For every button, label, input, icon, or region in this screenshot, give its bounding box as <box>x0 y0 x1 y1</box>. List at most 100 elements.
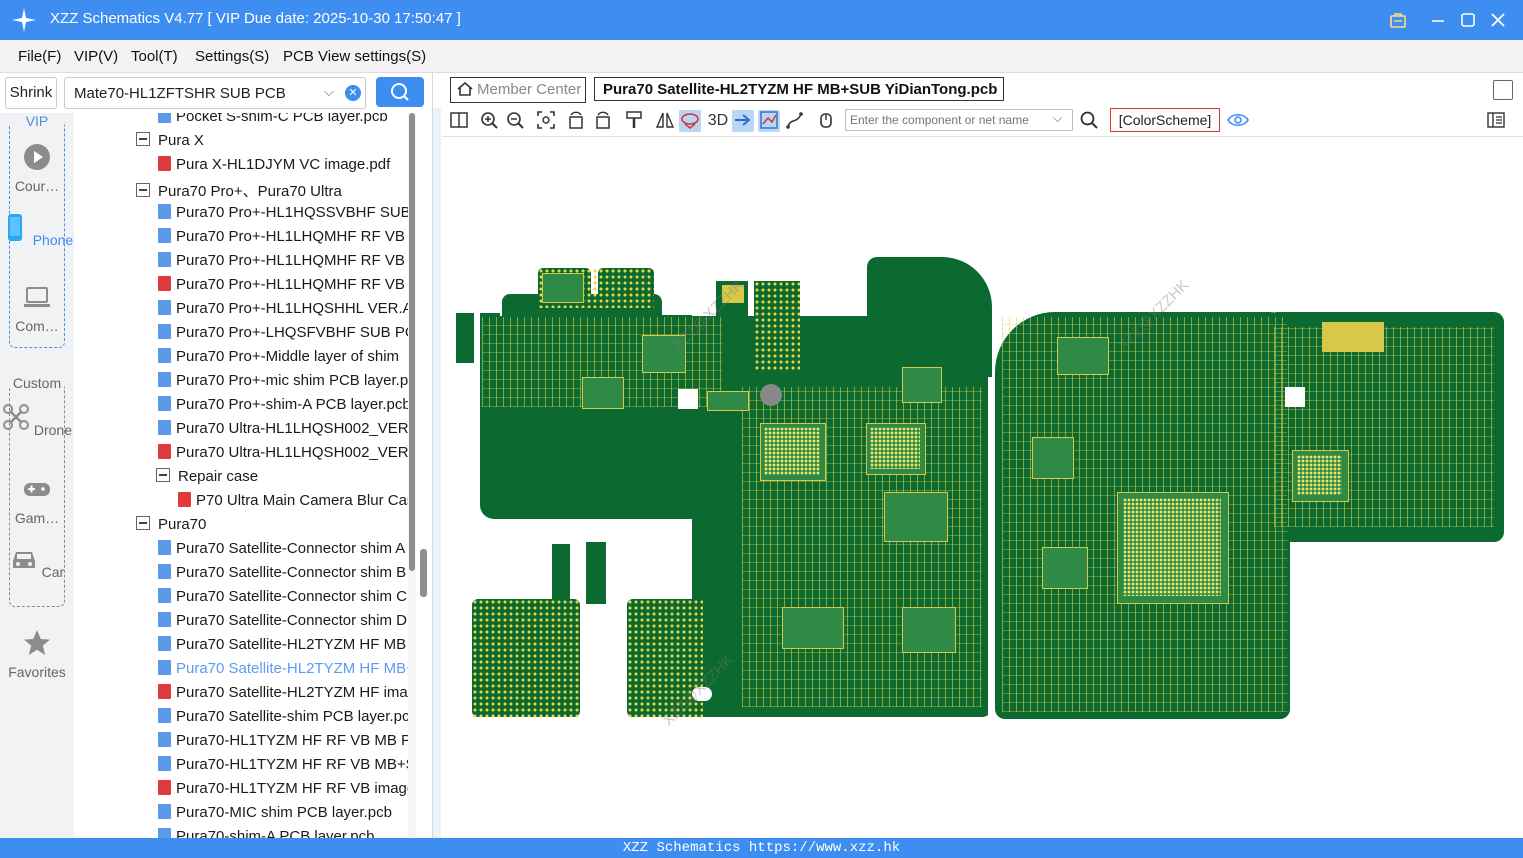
zoom-out-icon[interactable] <box>504 110 526 132</box>
pcb-file-icon <box>158 708 171 723</box>
tree-file[interactable]: Pura70 Pro+-HL1LHQMHF RF VB M <box>158 252 408 276</box>
tree-file[interactable]: Pura70 Satellite-Connector shim C <box>158 588 408 612</box>
vip-group-label: VIP <box>10 113 64 129</box>
tree-file[interactable]: Pura70-MIC shim PCB layer.pcb <box>158 804 408 828</box>
tree-file[interactable]: Pura70 Satellite-Connector shim A <box>158 540 408 564</box>
tree-file[interactable]: Pura70 Pro+-HL1LHQSHHL VER.A S <box>158 300 408 324</box>
pdf-file-icon <box>158 276 171 291</box>
search-icon[interactable] <box>1078 110 1100 132</box>
chevron-down-icon[interactable]: ⌵ <box>324 84 334 100</box>
tree-file[interactable]: Pura70-HL1TYZM HF RF VB image. <box>158 780 408 804</box>
collapse-icon[interactable] <box>136 516 150 530</box>
tab-member-center[interactable]: Member Center <box>450 77 586 103</box>
close-icon[interactable] <box>1486 8 1510 32</box>
tree-file[interactable]: Pura70 Ultra-HL1LHQSH002_VER.B <box>158 444 408 468</box>
category-drone[interactable]: Drone <box>0 403 74 438</box>
rotate-right-icon[interactable] <box>592 110 614 132</box>
tree-file[interactable]: Pura70 Pro+-LHQSFVBHF SUB PCB <box>158 324 408 348</box>
menu-pcb-view-settings[interactable]: PCB View settings(S) <box>283 48 426 65</box>
rotate-left-icon[interactable] <box>565 110 587 132</box>
tree-folder[interactable]: Pura X <box>136 132 408 156</box>
tree-folder[interactable]: Pura70 Pro+、Pura70 Ultra <box>136 180 408 204</box>
tree-scrollbar-thumb[interactable] <box>409 113 415 571</box>
tree-item-label: Pura70 Satellite-HL2TYZM HF MB I <box>176 636 408 653</box>
tree-file[interactable]: Pura70 Pro+-mic shim PCB layer.pc <box>158 372 408 396</box>
tree-item-label: Pura70 Pro+-mic shim PCB layer.pc <box>176 372 408 389</box>
tree-file[interactable]: Pura70 Pro+-HL1HQSSVBHF SUB P <box>158 204 408 228</box>
split-view-icon[interactable] <box>448 110 470 132</box>
category-courses[interactable]: Cour… <box>0 143 74 194</box>
tree-item-label: Pura70 Pro+-HL1LHQMHF RF VB in <box>176 276 408 293</box>
tab-pcb-file[interactable]: Pura70 Satellite-HL2TYZM HF MB+SUB YiDia… <box>594 77 1004 101</box>
chevron-down-icon[interactable]: ⌵ <box>1053 111 1062 126</box>
tab-label: Member Center <box>477 81 582 98</box>
paint-brush-icon[interactable] <box>623 110 645 132</box>
tree-file[interactable]: Pura70 Satellite-HL2TYZM HF MB+ <box>158 660 408 684</box>
tree-file[interactable]: Pura70 Satellite-shim PCB layer.pcl <box>158 708 408 732</box>
menu-tool[interactable]: Tool(T) <box>131 48 178 65</box>
close-tabs-icon[interactable] <box>1493 80 1513 100</box>
collapse-icon[interactable] <box>136 132 150 146</box>
pane-collapse-handle[interactable] <box>433 108 441 838</box>
bag-icon[interactable] <box>1386 8 1410 32</box>
collapse-icon[interactable] <box>136 183 150 197</box>
status-bar: XZZ Schematics https://www.xzz.hk <box>0 838 1523 858</box>
component-search-input[interactable] <box>845 109 1073 131</box>
tree-file[interactable]: Pura70 Satellite-HL2TYZM HF MB I <box>158 636 408 660</box>
tree-file[interactable]: Pura X-HL1DJYM VC image.pdf <box>158 156 408 180</box>
tree-file[interactable]: Pocket S-shim-C PCB layer.pcb <box>158 113 408 132</box>
tree-file[interactable]: Pura70 Pro+-Middle layer of shim <box>158 348 408 372</box>
pcb-pads-area <box>472 599 580 717</box>
menu-settings[interactable]: Settings(S) <box>195 48 269 65</box>
tree-file[interactable]: Pura70-shim-A PCB layer.pcb <box>158 828 408 838</box>
tree-file[interactable]: Pura70 Satellite-HL2TYZM HF imag <box>158 684 408 708</box>
category-computer[interactable]: Com… <box>0 283 74 334</box>
pdf-file-icon <box>178 492 191 507</box>
shrink-button[interactable]: Shrink <box>5 77 57 109</box>
tree-file[interactable]: Pura70-HL1TYZM HF RF VB MB PC <box>158 732 408 756</box>
collapse-icon[interactable] <box>156 468 170 482</box>
mirror-icon[interactable] <box>654 110 676 132</box>
colorscheme-button[interactable]: [ColorScheme] <box>1110 108 1220 132</box>
select-arrow-icon[interactable] <box>732 110 754 132</box>
file-select[interactable]: Mate70-HL1ZFTSHR SUB PCB ⌵ ✕ <box>64 77 366 109</box>
zoom-in-icon[interactable] <box>478 110 500 132</box>
category-label: Favorites <box>8 664 66 680</box>
menu-vip[interactable]: VIP(V) <box>74 48 118 65</box>
tree-folder[interactable]: Pura70 <box>136 516 408 540</box>
pan-hand-icon[interactable] <box>815 110 837 132</box>
tree-file[interactable]: Pura70 Pro+-HL1LHQMHF RF VB in <box>158 276 408 300</box>
pcb-file-icon <box>158 228 171 243</box>
tree-scrollbar-thumb-secondary[interactable] <box>420 549 427 597</box>
search-button[interactable] <box>376 77 424 107</box>
tree-item-label: Repair case <box>178 468 259 485</box>
tree-item-label: Pura70-MIC shim PCB layer.pcb <box>176 804 392 821</box>
clear-icon[interactable]: ✕ <box>345 85 361 101</box>
net-highlight-icon[interactable] <box>758 110 780 132</box>
pcb-mounting-hole <box>760 384 782 406</box>
minimize-icon[interactable] <box>1426 8 1450 32</box>
pcb-chip <box>707 391 749 411</box>
tree-file[interactable]: Pura70 Satellite-Connector shim D <box>158 612 408 636</box>
category-car[interactable]: Car <box>0 545 74 580</box>
flip-board-icon[interactable] <box>679 110 701 132</box>
tree-file[interactable]: P70 Ultra Main Camera Blur Cas <box>178 492 408 516</box>
tree-file[interactable]: Pura70 Pro+-HL1LHQMHF RF VB M <box>158 228 408 252</box>
maximize-icon[interactable] <box>1456 8 1480 32</box>
three-d-button[interactable]: 3D <box>705 110 731 132</box>
pcb-canvas[interactable]: XZZ@XZZHK XZZ@XZZHK XZZ@XZZHK <box>442 137 1523 838</box>
panel-toggle-icon[interactable] <box>1485 110 1507 132</box>
eye-icon[interactable] <box>1227 110 1249 132</box>
tree-file[interactable]: Pura70-HL1TYZM HF RF VB MB+SU <box>158 756 408 780</box>
tree-file[interactable]: Pura70 Satellite-Connector shim B <box>158 564 408 588</box>
category-favorites[interactable]: Favorites <box>0 629 74 680</box>
fit-view-icon[interactable] <box>535 110 557 132</box>
trace-tool-icon[interactable] <box>784 110 806 132</box>
tree-file[interactable]: Pura70 Ultra-HL1LHQSH002_VER.B <box>158 420 408 444</box>
tree-folder[interactable]: Repair case <box>156 468 408 492</box>
menu-file[interactable]: File(F) <box>18 48 61 65</box>
tree-file[interactable]: Pura70 Pro+-shim-A PCB layer.pcb <box>158 396 408 420</box>
category-game[interactable]: Gam… <box>0 475 74 526</box>
category-phone[interactable]: Phone <box>0 213 74 248</box>
category-label: Com… <box>15 318 59 334</box>
